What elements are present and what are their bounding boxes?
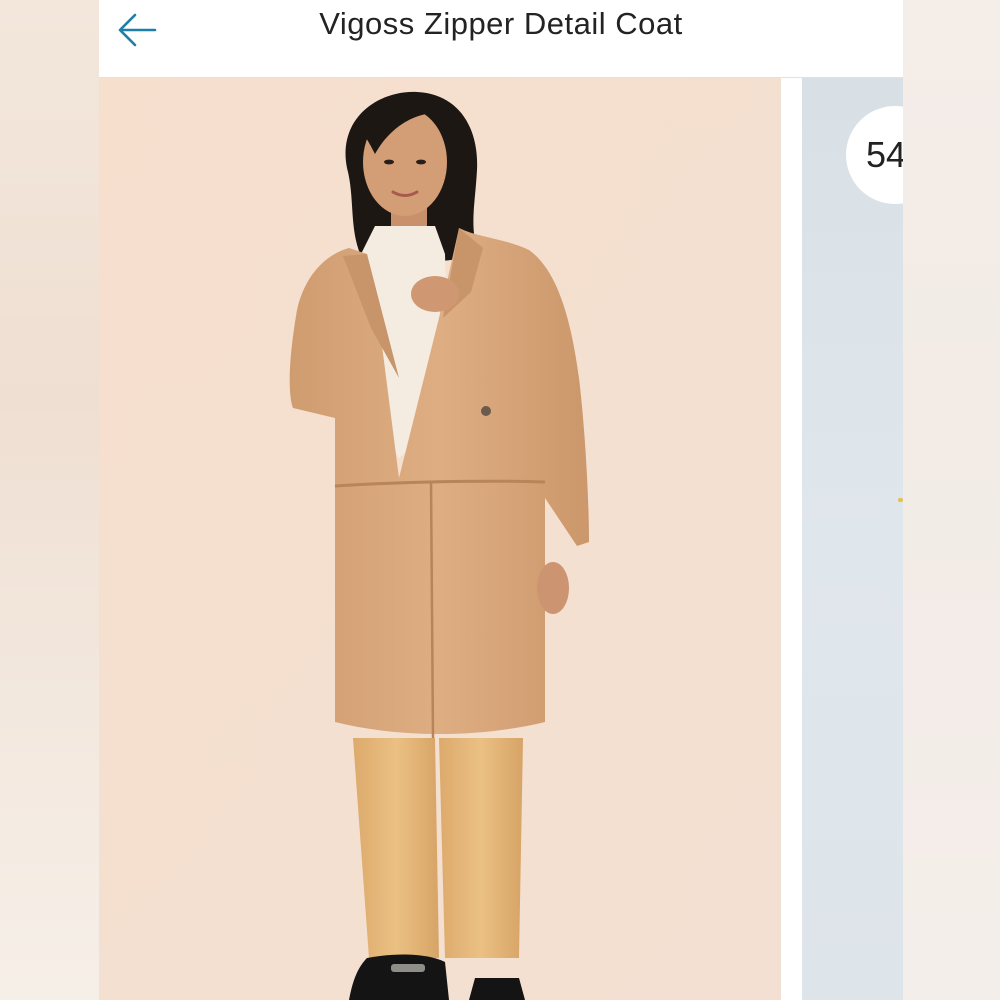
page-title: Vigoss Zipper Detail Coat: [319, 6, 683, 41]
next-card-label: 54: [866, 134, 903, 175]
blurred-backdrop-left: [0, 0, 99, 1000]
top-bar: Vigoss Zipper Detail Coat: [99, 0, 903, 78]
product-photo[interactable]: [99, 78, 781, 1000]
product-photo-image: [99, 78, 781, 1000]
image-carousel[interactable]: 54: [99, 78, 903, 1000]
next-card-label-bubble: 54: [846, 106, 903, 204]
next-photo-card[interactable]: 54: [802, 78, 903, 1000]
app-screen: Vigoss Zipper Detail Coat 54: [99, 0, 903, 1000]
decorative-mark: [898, 498, 903, 502]
blurred-backdrop-right: [903, 0, 1000, 1000]
screenshot-frame: Vigoss Zipper Detail Coat 54: [0, 0, 1000, 1000]
